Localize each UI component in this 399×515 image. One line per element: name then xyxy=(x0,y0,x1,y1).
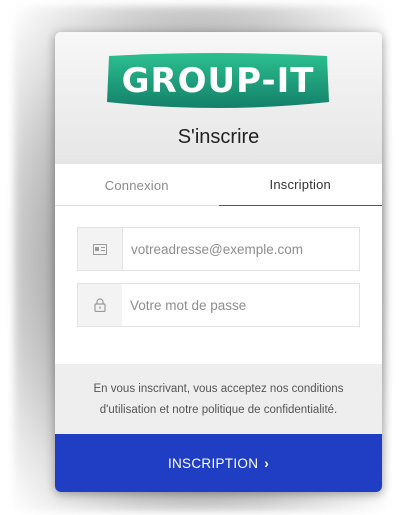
chevron-right-icon: › xyxy=(264,455,270,471)
tab-connexion[interactable]: Connexion xyxy=(55,164,219,206)
page-title: S'inscrire xyxy=(177,126,260,148)
card-header: GROUP-IT S'inscrire xyxy=(55,32,382,164)
email-field-group xyxy=(77,227,360,271)
email-input[interactable] xyxy=(125,228,359,270)
lock-icon xyxy=(78,284,122,326)
terms-line-2: d'utilisation et notre politique de conf… xyxy=(99,404,338,416)
group-it-logo: GROUP-IT xyxy=(103,52,333,114)
logo-text: GROUP-IT xyxy=(122,61,315,101)
signup-card: GROUP-IT S'inscrire Connexion Inscriptio… xyxy=(55,32,382,492)
password-field-group xyxy=(77,283,360,327)
password-input[interactable] xyxy=(124,284,359,326)
email-card-icon xyxy=(78,228,123,270)
terms-notice: En vous inscrivant, vous acceptez nos co… xyxy=(55,364,382,434)
signup-form xyxy=(55,206,382,364)
tab-inscription[interactable]: Inscription xyxy=(218,164,382,206)
terms-line-1: En vous inscrivant, vous acceptez nos co… xyxy=(93,383,344,395)
inscription-button[interactable]: INSCRIPTION › xyxy=(55,434,382,492)
inscription-button-label: INSCRIPTION xyxy=(167,455,259,471)
auth-tabs: Connexion Inscription xyxy=(55,164,382,206)
